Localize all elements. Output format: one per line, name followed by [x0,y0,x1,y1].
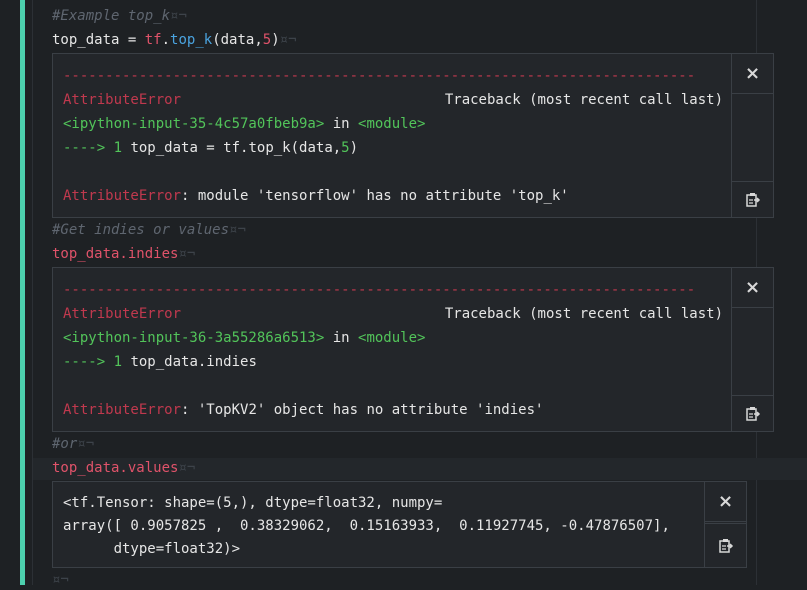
traceback-divider: ----------------------------------------… [63,282,696,298]
output-panel: ----------------------------------------… [52,53,774,218]
empty-line[interactable]: ¤¬ [52,570,69,590]
copy-icon [745,192,760,207]
close-output-button[interactable]: × [732,268,773,308]
code-line[interactable]: top_data.values¤¬ [52,458,195,478]
copy-output-button[interactable] [732,181,773,217]
traceback-header: AttributeError Traceback (most recent cal… [63,92,723,108]
output-controls: × [731,54,773,217]
tensor-output-line: array([ 0.9057825 , 0.38329062, 0.151639… [63,518,670,534]
code-line[interactable]: top_data.indies¤¬ [52,244,195,264]
active-cell-indicator [20,0,25,585]
gutter-divider [32,0,33,585]
close-output-button[interactable]: × [705,482,746,522]
copy-output-button[interactable] [732,395,773,431]
copy-icon [718,538,733,553]
traceback-location: <ipython-input-35-4c57a0fbeb9a> in <modu… [63,116,426,132]
comment-line[interactable]: #Example top_k¤¬ [52,6,187,26]
output-panel: <tf.Tensor: shape=(5,), dtype=float32, n… [52,481,747,568]
tensor-output-line: <tf.Tensor: shape=(5,), dtype=float32, n… [63,495,443,511]
traceback-source-line: ----> 1 top_data.indies [63,354,257,370]
output-controls: × [704,482,746,567]
output-controls: × [731,268,773,431]
code-line[interactable]: top_data = tf.top_k(data,5)¤¬ [52,30,297,50]
close-output-button[interactable]: × [732,54,773,94]
error-message: AttributeError: 'TopKV2' object has no a… [63,402,544,418]
copy-icon [745,406,760,421]
comment-line[interactable]: #Get indies or values¤¬ [52,220,246,240]
traceback-location: <ipython-input-36-3a55286a6513> in <modu… [63,330,426,346]
copy-output-button[interactable] [705,523,746,567]
traceback-source-line: ----> 1 top_data = tf.top_k(data,5) [63,140,359,156]
output-panel: ----------------------------------------… [52,267,774,432]
traceback-header: AttributeError Traceback (most recent cal… [63,306,723,322]
tensor-output-line: dtype=float32)> [63,541,241,557]
traceback-divider: ----------------------------------------… [63,68,696,84]
error-message: AttributeError: module 'tensorflow' has … [63,188,569,204]
comment-line[interactable]: #or¤¬ [52,434,94,454]
